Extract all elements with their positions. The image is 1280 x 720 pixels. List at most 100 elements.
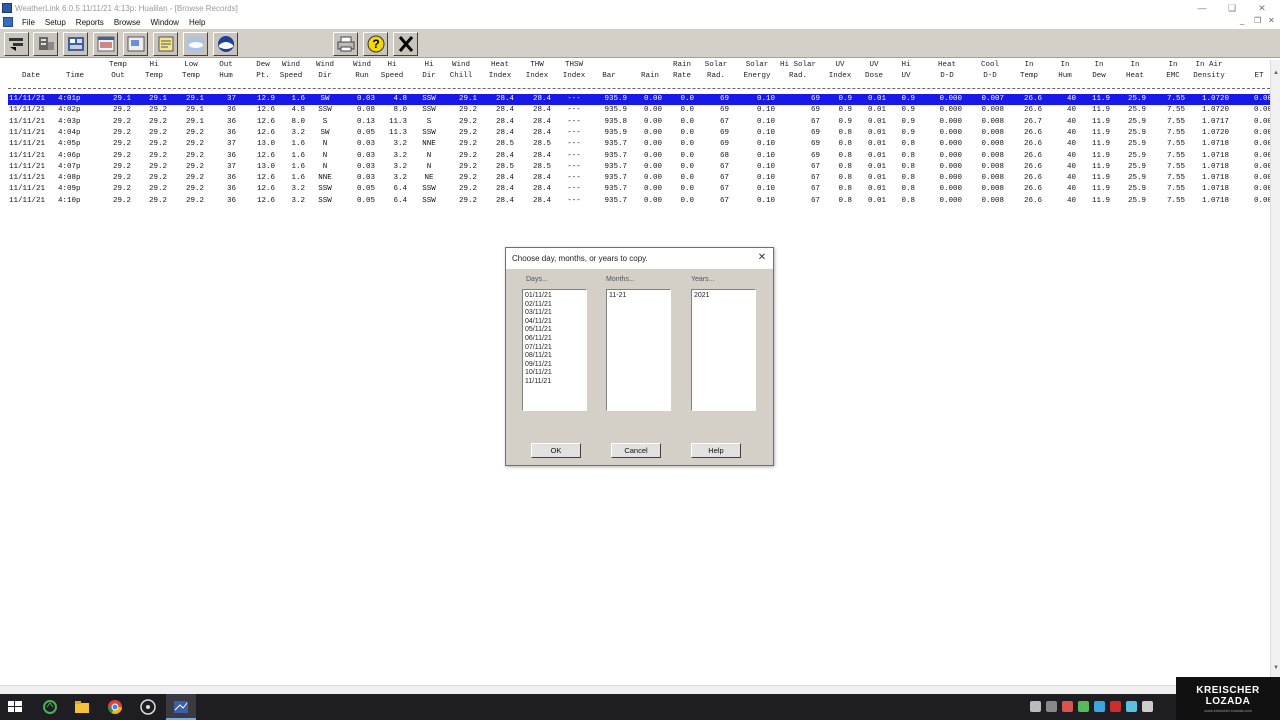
network-icon[interactable] <box>1126 701 1137 712</box>
adobe-tray-icon[interactable] <box>1110 701 1121 712</box>
column-header[interactable]: In Temp <box>1012 60 1046 84</box>
list-item[interactable]: 02/11/21 <box>525 301 584 310</box>
menu-setup[interactable]: Setup <box>40 18 71 27</box>
column-header[interactable]: Solar Rad. <box>699 60 733 84</box>
walk-button[interactable] <box>63 32 88 56</box>
help-dialog-button[interactable]: Help <box>691 443 741 458</box>
mdi-restore-icon[interactable]: ❐ <box>1254 16 1261 28</box>
minimize-icon[interactable]: — <box>1187 0 1217 16</box>
menu-browse[interactable]: Browse <box>109 18 146 27</box>
noaa-button[interactable] <box>213 32 238 56</box>
table-row[interactable]: 11/11/21 4:05p 29.2 29.2 29.2 37 13.0 1.6 N 0.03 3… <box>8 139 1272 150</box>
windows-start-icon[interactable] <box>6 698 24 716</box>
select-station-button[interactable] <box>4 32 29 56</box>
weatherlink-task-icon[interactable] <box>41 698 59 716</box>
file-explorer-icon[interactable] <box>73 698 91 716</box>
vertical-scrollbar[interactable]: ▲ ▼ <box>1270 60 1280 685</box>
table-row[interactable]: 11/11/21 4:06p 29.2 29.2 29.2 36 12.6 1.6 N 0.03 3… <box>8 151 1272 162</box>
table-row[interactable]: 11/11/21 4:03p 29.2 29.2 29.1 36 12.6 8.0 S 0.13 1… <box>8 117 1272 128</box>
list-item[interactable]: 11-21 <box>609 292 668 301</box>
mdi-minimize-icon[interactable]: _ <box>1240 16 1244 28</box>
column-header[interactable]: THW Index <box>519 60 555 84</box>
dialog-close-icon[interactable]: ✕ <box>755 251 769 265</box>
column-header[interactable]: Bar <box>587 60 631 84</box>
column-header[interactable]: Wind Dir <box>309 60 341 84</box>
column-header[interactable]: Wind Speed <box>273 60 309 84</box>
column-header[interactable]: Hi Solar Rad. <box>772 60 824 84</box>
table-row[interactable]: 11/11/21 4:02p 29.2 29.2 29.1 36 12.6 4.8 SSW 0.0… <box>8 105 1272 116</box>
menu-window[interactable]: Window <box>146 18 184 27</box>
column-header[interactable]: Low Temp <box>174 60 208 84</box>
column-header[interactable]: Heat Index <box>482 60 518 84</box>
setup-button[interactable] <box>33 32 58 56</box>
horizontal-scrollbar[interactable] <box>0 685 1270 694</box>
noaa-weather-button[interactable] <box>183 32 208 56</box>
menu-help[interactable]: Help <box>184 18 210 27</box>
column-header[interactable]: In Hum <box>1050 60 1080 84</box>
ok-button[interactable]: OK <box>531 443 581 458</box>
column-header[interactable]: Temp Out <box>101 60 135 84</box>
scroll-down-icon[interactable]: ▼ <box>1272 665 1280 675</box>
list-item[interactable]: 05/11/21 <box>525 326 584 335</box>
years-listbox[interactable]: 2021 <box>691 289 756 411</box>
list-item[interactable]: 2021 <box>694 292 753 301</box>
column-header[interactable]: Cool D-D <box>972 60 1008 84</box>
list-item[interactable]: 10/11/21 <box>525 369 584 378</box>
table-row[interactable]: 11/11/21 4:07p 29.2 29.2 29.2 37 13.0 1.6 N 0.03 3… <box>8 162 1272 173</box>
column-header[interactable]: Hi Temp <box>137 60 171 84</box>
list-item[interactable]: 08/11/21 <box>525 352 584 361</box>
cancel-button[interactable]: Cancel <box>611 443 661 458</box>
menu-reports[interactable]: Reports <box>71 18 109 27</box>
list-item[interactable]: 04/11/21 <box>525 318 584 327</box>
document-window-icon[interactable] <box>3 17 13 27</box>
chrome-icon[interactable] <box>106 698 124 716</box>
column-header[interactable]: Heat D-D <box>928 60 966 84</box>
column-header[interactable]: Hi Speed <box>373 60 411 84</box>
list-item[interactable]: 11/11/21 <box>525 378 584 387</box>
close-browse-button[interactable] <box>393 32 418 56</box>
list-item[interactable]: 01/11/21 <box>525 292 584 301</box>
weatherlink-window-icon[interactable] <box>172 698 190 716</box>
mdi-close-icon[interactable]: ✕ <box>1268 16 1275 28</box>
table-row-selected[interactable]: 11/11/21 4:01p 29.1 29.1 29.1 37 12.9 1.6 SW 0.03… <box>8 94 1272 105</box>
red-tray-icon[interactable] <box>1062 701 1073 712</box>
column-header[interactable]: In Dew <box>1084 60 1114 84</box>
table-row[interactable]: 11/11/21 4:04p 29.2 29.2 29.2 36 12.6 3.2 SW 0.05… <box>8 128 1272 139</box>
sound-icon[interactable] <box>1142 701 1153 712</box>
months-listbox[interactable]: 11-21 <box>606 289 671 411</box>
days-listbox[interactable]: 01/11/21 02/11/21 03/11/21 04/11/21 05/11/21… <box>522 289 587 411</box>
microphone-icon[interactable] <box>1030 701 1041 712</box>
column-header[interactable]: Rain Rate <box>666 60 698 84</box>
summary-button[interactable] <box>123 32 148 56</box>
obs-tray-icon[interactable] <box>1046 701 1057 712</box>
table-row[interactable]: 11/11/21 4:09p 29.2 29.2 29.2 36 12.6 3.2 SSW 0.0… <box>8 184 1272 195</box>
print-button[interactable] <box>333 32 358 56</box>
obs-icon[interactable] <box>139 698 157 716</box>
list-item[interactable]: 06/11/21 <box>525 335 584 344</box>
close-window-icon[interactable]: ✕ <box>1247 0 1277 16</box>
column-header[interactable]: UV Dose <box>858 60 890 84</box>
help-button[interactable]: ? <box>363 32 388 56</box>
column-header[interactable]: In Air Density <box>1185 60 1233 84</box>
column-header[interactable]: Time <box>54 60 96 84</box>
column-header[interactable]: Hi UV <box>893 60 919 84</box>
table-cell: 25.9 <box>1127 151 1146 160</box>
list-item[interactable]: 07/11/21 <box>525 344 584 353</box>
scroll-up-icon[interactable]: ▲ <box>1272 70 1280 80</box>
restore-icon[interactable]: ❑ <box>1217 0 1247 16</box>
menu-file[interactable]: File <box>17 18 40 27</box>
column-header[interactable]: Date <box>5 60 57 84</box>
bulletin-button[interactable] <box>93 32 118 56</box>
column-header[interactable]: Rain <box>634 60 666 84</box>
green-tray-icon[interactable] <box>1078 701 1089 712</box>
column-header[interactable]: Wind Chill <box>441 60 481 84</box>
list-item[interactable]: 09/11/21 <box>525 361 584 370</box>
column-header[interactable]: In Heat <box>1120 60 1150 84</box>
table-row[interactable]: 11/11/21 4:08p 29.2 29.2 29.2 36 12.6 1.6 NNE 0.0… <box>8 173 1272 184</box>
column-header[interactable]: UV Index <box>824 60 856 84</box>
notes-button[interactable] <box>153 32 178 56</box>
list-item[interactable]: 03/11/21 <box>525 309 584 318</box>
column-header[interactable]: Out Hum <box>212 60 240 84</box>
table-row[interactable]: 11/11/21 4:10p 29.2 29.2 29.2 36 12.6 3.2 SSW 0.0… <box>8 196 1272 207</box>
bluetooth-icon[interactable] <box>1094 701 1105 712</box>
